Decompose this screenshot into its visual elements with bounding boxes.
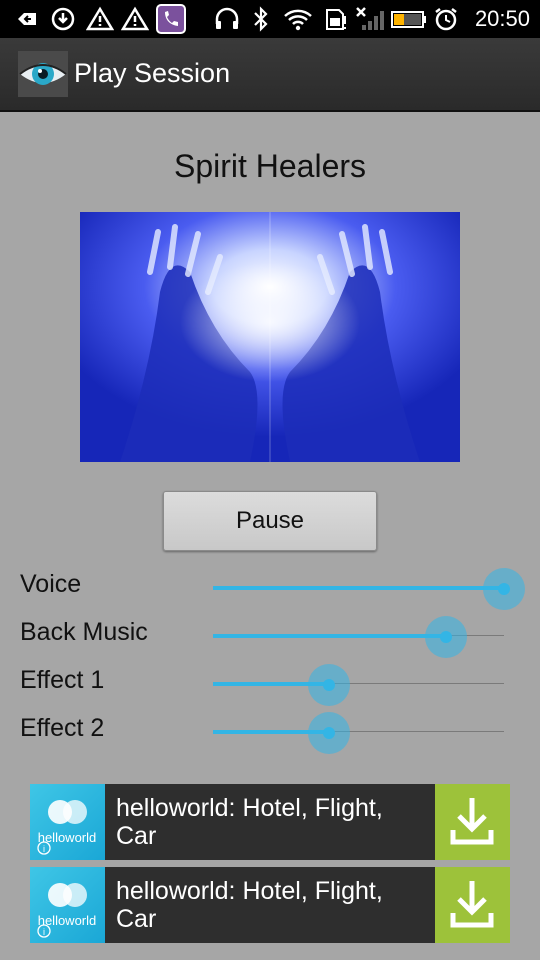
action-bar: Play Session (0, 38, 540, 112)
slider-label-back-music: Back Music (20, 618, 148, 646)
heart-logo-icon: helloworld i (37, 800, 96, 855)
status-time: 20:50 (474, 6, 530, 31)
glowing-hands-image (80, 212, 460, 462)
headset-icon (215, 7, 239, 29)
svg-text:i: i (43, 927, 45, 937)
ad-banner[interactable]: helloworld i helloworld: Hotel, Flight, … (30, 867, 510, 943)
back-music-slider[interactable] (213, 616, 504, 658)
no-signal-icon (356, 7, 384, 30)
ad-banner[interactable]: helloworld i helloworld: Hotel, Flight, … (30, 784, 510, 860)
download-icon (51, 7, 75, 31)
wifi-icon (284, 9, 312, 31)
ad-title: helloworld: Hotel, Flight, Car (116, 794, 383, 850)
ad-download-button[interactable] (435, 784, 510, 860)
ad-download-button[interactable] (435, 867, 510, 943)
download-icon (450, 798, 494, 845)
helloworld-logo: helloworld i (30, 867, 105, 943)
sd-card-icon (326, 9, 346, 30)
effect-1-slider[interactable] (213, 664, 504, 706)
battery-icon (391, 11, 426, 28)
alarm-icon (435, 8, 457, 31)
slider-label-effect-1: Effect 1 (20, 666, 105, 694)
warning-icon (86, 6, 114, 31)
page-title: Play Session (74, 58, 231, 88)
warning-icon (121, 6, 149, 31)
back-arrow-icon (18, 13, 36, 25)
eye-icon[interactable] (18, 51, 68, 97)
heart-logo-icon: helloworld i (37, 883, 96, 938)
slider-label-effect-2: Effect 2 (20, 714, 105, 742)
status-bar: 20:50 (0, 0, 540, 38)
pause-button[interactable]: Pause (163, 491, 377, 551)
ad-title: helloworld: Hotel, Flight, Car (116, 877, 383, 933)
download-icon (450, 881, 494, 928)
slider-label-voice: Voice (20, 570, 82, 598)
bluetooth-icon (254, 6, 268, 32)
svg-text:i: i (43, 844, 45, 854)
viber-icon (156, 4, 186, 34)
effect-2-slider[interactable] (213, 712, 504, 754)
voice-slider[interactable] (213, 568, 525, 610)
session-title: Spirit Healers (173, 148, 367, 184)
helloworld-logo: helloworld i (30, 784, 105, 860)
